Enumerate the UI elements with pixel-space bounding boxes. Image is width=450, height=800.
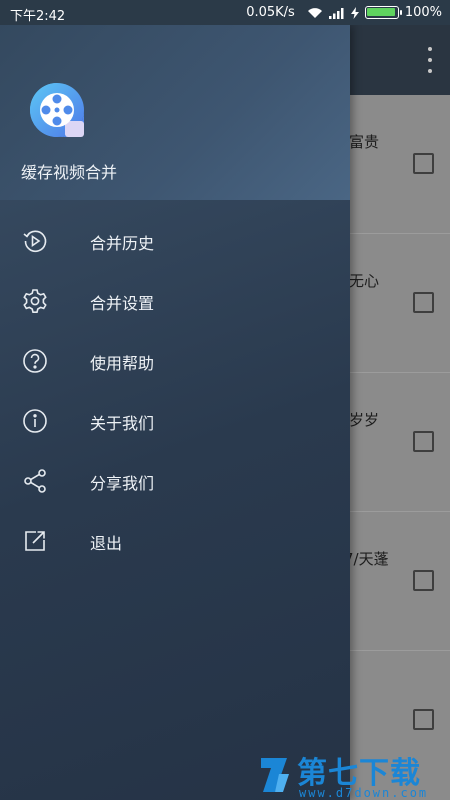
menu-label: 合并设置: [90, 294, 155, 313]
menu-label: 使用帮助: [90, 354, 155, 373]
net-speed: 0.05K/s: [246, 5, 295, 20]
charging-icon: [350, 6, 359, 19]
menu-item-about[interactable]: 关于我们: [0, 390, 350, 450]
menu-label: 合并历史: [90, 234, 155, 253]
signal-icon: [328, 7, 344, 19]
site-watermark: 第七下载站 www.d7down.com: [255, 748, 450, 800]
menu-label: 退出: [90, 534, 123, 553]
menu-item-share[interactable]: 分享我们: [0, 450, 350, 510]
list-item-checkbox[interactable]: [413, 570, 434, 591]
menu-item-exit[interactable]: 退出: [0, 510, 350, 570]
exit-icon: [25, 531, 45, 551]
menu-label: 分享我们: [90, 474, 155, 493]
menu-label: 关于我们: [90, 414, 155, 433]
help-icon: [23, 349, 47, 373]
menu-item-help[interactable]: 使用帮助: [0, 330, 350, 390]
list-item-checkbox[interactable]: [413, 292, 434, 313]
share-icon: [24, 469, 46, 493]
watermark-logo-icon: [261, 758, 289, 792]
status-bar: 下午2:42 0.05K/s 100%: [0, 0, 450, 25]
history-icon: [23, 230, 47, 253]
menu-item-merge-settings[interactable]: 合并设置: [0, 270, 350, 330]
battery-icon: [364, 6, 402, 19]
list-item-text: 7/天蓬: [344, 550, 389, 568]
app-logo-icon: [30, 83, 84, 137]
more-options-icon[interactable]: [426, 47, 434, 73]
menu-item-merge-history[interactable]: 合并历史: [0, 210, 350, 270]
battery-text: 100%: [404, 5, 442, 20]
navigation-drawer: 缓存视频合并 合并历史 合并设置 使用帮助 关于我们 分享我们 退出: [0, 25, 350, 800]
app-title: 缓存视频合并: [21, 163, 118, 182]
info-icon: [23, 409, 47, 433]
watermark-url: www.d7down.com: [299, 786, 429, 800]
list-item-checkbox[interactable]: [413, 709, 434, 730]
drawer-menu: 合并历史 合并设置 使用帮助 关于我们 分享我们 退出: [0, 210, 350, 570]
list-item-checkbox[interactable]: [413, 431, 434, 452]
status-right: 0.05K/s 100%: [246, 5, 442, 20]
drawer-header: 缓存视频合并: [0, 25, 350, 200]
list-item-checkbox[interactable]: [413, 153, 434, 174]
status-time: 下午2:42: [10, 9, 66, 24]
wifi-icon: [307, 7, 322, 18]
gear-icon: [23, 289, 47, 313]
battery-fill: [366, 8, 395, 16]
